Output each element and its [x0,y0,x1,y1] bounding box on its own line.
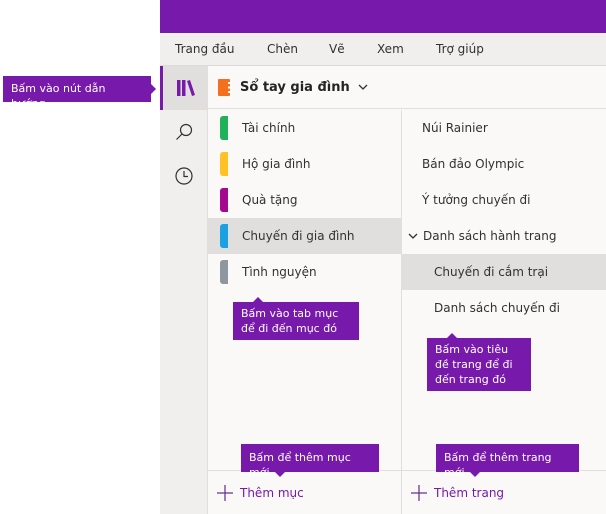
menu-item-draw[interactable]: Vẽ [329,42,345,56]
callout-navigation: Bấm vào nút dẫn hướng [3,76,156,110]
recent-button[interactable] [160,154,208,198]
callout-add-section: Bấm để thêm mục mới [241,444,379,479]
page-item[interactable]: Bán đảo Olympic [402,146,606,182]
chevron-down-icon [358,84,368,90]
menu-item-insert[interactable]: Chèn [267,42,298,56]
navigation-rail [160,66,208,514]
notebook-title: Sổ tay gia đình [240,79,350,95]
subpage-item[interactable]: Danh sách chuyến đi [402,290,606,326]
notebook-icon [218,78,232,96]
callout-section-tab: Bấm vào tab mục để đi đến mục đó [233,297,359,340]
search-button[interactable] [160,110,208,154]
section-tab[interactable]: Tình nguyện [208,254,402,290]
callout-add-page: Bấm để thêm trang mới [436,444,579,479]
section-color-tab-icon [220,188,228,212]
notebooks-icon [176,80,195,96]
add-page-button[interactable]: Thêm trang [402,470,606,514]
section-label: Chuyến đi gia đình [242,229,355,243]
section-label: Tài chính [242,121,296,135]
section-color-tab-icon [220,260,228,284]
section-tab[interactable]: Tài chính [208,110,402,146]
section-label: Quà tặng [242,193,298,207]
page-list: Núi Rainier Bán đảo Olympic Ý tưởng chuy… [402,110,606,470]
ribbon-menu-bar: Trang đầu Chèn Vẽ Xem Trợ giúp [160,33,606,66]
section-color-tab-icon [220,152,228,176]
add-page-label: Thêm trang [434,485,505,500]
section-color-tab-icon [220,224,228,248]
title-bar [160,0,606,33]
section-tab[interactable]: Hộ gia đình [208,146,402,182]
chevron-down-icon[interactable] [408,233,418,239]
page-item[interactable]: Núi Rainier [402,110,606,146]
add-section-label: Thêm mục [240,485,304,500]
callout-page-title: Bấm vào tiêu đề trang để đi đến trang đó [427,333,531,391]
menu-item-home[interactable]: Trang đầu [175,42,234,56]
notebook-switcher[interactable]: Sổ tay gia đình [208,66,606,109]
recent-clock-icon [175,167,193,185]
subpage-item-selected[interactable]: Chuyến đi cắm trại [402,254,606,290]
section-label: Hộ gia đình [242,157,311,171]
plus-icon [411,484,427,501]
section-tab[interactable]: Quà tặng [208,182,402,218]
navigation-button[interactable] [160,66,208,110]
menu-item-view[interactable]: Xem [377,42,404,56]
search-icon [176,123,193,140]
section-tab-selected[interactable]: Chuyến đi gia đình [208,218,402,254]
page-group-label: Danh sách hành trang [423,229,557,243]
page-item[interactable]: Ý tưởng chuyến đi [402,182,606,218]
page-group[interactable]: Danh sách hành trang [402,218,606,254]
menu-item-help[interactable]: Trợ giúp [436,42,484,56]
section-color-tab-icon [220,116,228,140]
plus-icon [217,484,233,501]
add-section-button[interactable]: Thêm mục [208,470,402,514]
section-label: Tình nguyện [242,265,317,279]
section-list: Tài chính Hộ gia đình Quà tặng Chuyến đi… [208,110,402,470]
